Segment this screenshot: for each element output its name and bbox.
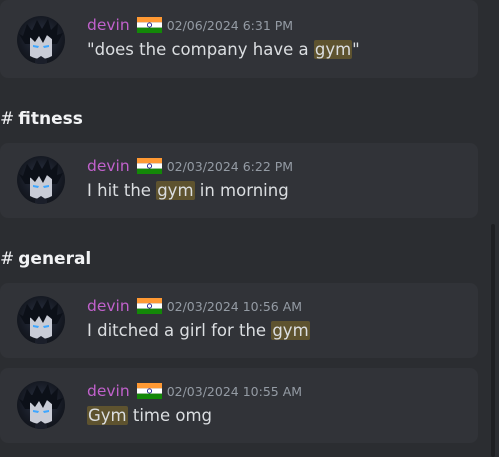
message-text: "	[352, 40, 360, 59]
message-text: I ditched a girl for the	[87, 321, 272, 340]
search-highlight: Gym	[87, 406, 128, 425]
message-content: "does the company have a gym"	[87, 40, 360, 59]
timestamp: 02/03/2024 10:55 AM	[166, 383, 303, 399]
avatar[interactable]	[17, 156, 65, 204]
message-content: Gym time omg	[87, 406, 212, 425]
scrollbar[interactable]	[491, 224, 495, 457]
message-text: time omg	[127, 406, 213, 425]
hash-icon: #	[0, 109, 15, 129]
india-flag-icon	[136, 17, 162, 33]
avatar[interactable]	[17, 16, 65, 64]
search-result-card[interactable]: devin 02/03/2024 10:56 AM I ditched a gi…	[0, 283, 478, 358]
search-result-card[interactable]: devin 02/06/2024 6:31 PM "does the compa…	[0, 0, 478, 78]
message-text: in morning	[194, 181, 289, 200]
channel-header-fitness[interactable]: # fitness	[0, 109, 83, 129]
timestamp: 02/03/2024 10:56 AM	[166, 298, 303, 314]
search-result-card[interactable]: devin 02/03/2024 6:22 PM I hit the gym i…	[0, 143, 478, 218]
timestamp: 02/03/2024 6:22 PM	[166, 158, 294, 174]
channel-name: general	[18, 249, 92, 269]
channel-header-general[interactable]: # general	[0, 249, 91, 269]
avatar[interactable]	[17, 296, 65, 344]
message-content: I hit the gym in morning	[87, 181, 289, 200]
search-result-card[interactable]: devin 02/03/2024 10:55 AM Gym time omg	[0, 368, 478, 443]
india-flag-icon	[136, 158, 162, 174]
username[interactable]: devin	[87, 382, 130, 400]
username[interactable]: devin	[87, 157, 130, 175]
timestamp: 02/06/2024 6:31 PM	[166, 17, 294, 33]
hash-icon: #	[0, 249, 15, 269]
india-flag-icon	[136, 298, 162, 314]
india-flag-icon	[136, 383, 162, 399]
search-highlight: gym	[271, 321, 310, 340]
search-highlight: gym	[156, 181, 195, 200]
username[interactable]: devin	[87, 297, 130, 315]
message-text: I hit the	[87, 181, 157, 200]
username[interactable]: devin	[87, 16, 130, 34]
avatar[interactable]	[17, 381, 65, 429]
message-text: "does the company have a	[87, 40, 314, 59]
search-results-panel: devin 02/06/2024 6:31 PM "does the compa…	[0, 0, 499, 457]
message-content: I ditched a girl for the gym	[87, 321, 310, 340]
channel-name: fitness	[18, 109, 83, 129]
search-highlight: gym	[313, 40, 353, 59]
